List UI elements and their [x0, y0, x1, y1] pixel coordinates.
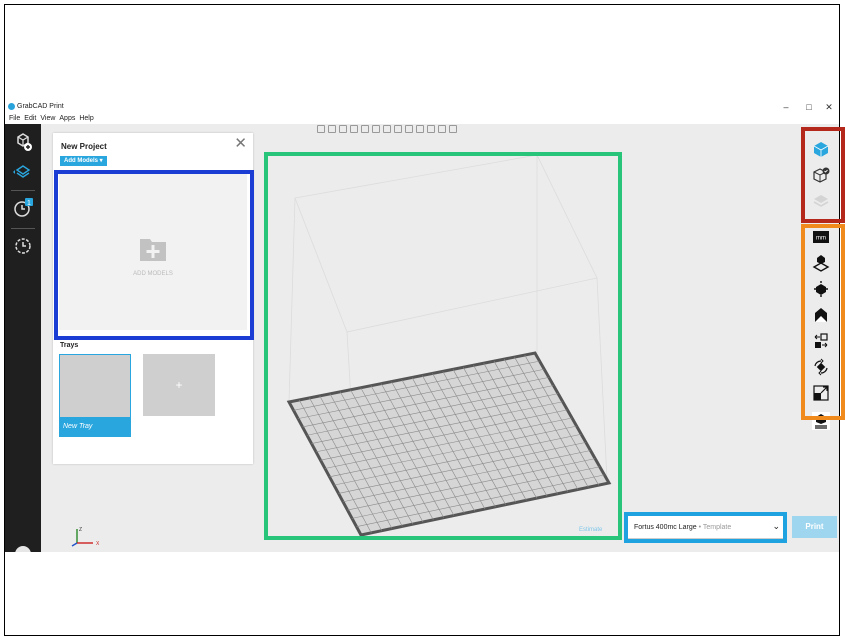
orient-to-plate-icon[interactable] [808, 250, 834, 276]
nav-divider [11, 190, 35, 191]
menu-bar: File Edit View Apps Help [5, 114, 839, 124]
view-iso-icon[interactable] [383, 125, 391, 133]
tray-new-tray[interactable]: New Tray [59, 354, 131, 437]
zoom-in-icon[interactable] [427, 125, 435, 133]
view-top-icon[interactable] [361, 125, 369, 133]
title-bar: GrabCAD Print – □ ✕ [5, 100, 839, 114]
app-title: GrabCAD Print [17, 103, 64, 110]
close-window-button[interactable]: ✕ [820, 101, 838, 113]
print-button[interactable]: Print [792, 516, 837, 538]
add-models-dropzone[interactable]: ADD MODELS [59, 173, 247, 330]
tray-name: New Tray [60, 417, 130, 436]
slice-layers-icon[interactable] [808, 188, 834, 214]
grabcad-app-window: GrabCAD Print – □ ✕ File Edit View Apps Help [5, 100, 839, 552]
user-avatar[interactable] [11, 542, 35, 552]
zoom-icon[interactable] [416, 125, 424, 133]
model-view-icon[interactable] [808, 136, 834, 162]
print-settings-icon[interactable] [808, 408, 834, 434]
view-bottom-icon[interactable] [372, 125, 380, 133]
units-label: mm [816, 236, 826, 242]
axis-z-label: Z [79, 527, 82, 533]
minimize-button[interactable]: – [777, 101, 795, 113]
maximize-button[interactable]: □ [800, 101, 818, 113]
view-fit-icon[interactable] [394, 125, 402, 133]
left-nav-bar: 1 [5, 124, 41, 552]
units-mm-icon[interactable]: mm [808, 224, 834, 250]
queue-icon[interactable]: 1 [11, 196, 35, 220]
printer-name: Fortus 400mc Large [634, 524, 697, 531]
view-front-icon[interactable] [317, 125, 325, 133]
history-icon[interactable] [11, 234, 35, 258]
menu-edit[interactable]: Edit [24, 114, 36, 124]
move-icon[interactable] [808, 328, 834, 354]
view-toolbar [317, 125, 457, 133]
menu-apps[interactable]: Apps [59, 114, 75, 124]
add-tray-button[interactable]: + [143, 354, 215, 416]
view-left-icon[interactable] [339, 125, 347, 133]
axis-x-label: X [96, 541, 100, 547]
project-panel: New Project ✕ Add Models ▾ ADD MODELS Tr… [53, 133, 253, 464]
add-project-icon[interactable] [11, 130, 35, 154]
scale-icon[interactable] [808, 380, 834, 406]
check-model-icon[interactable] [808, 162, 834, 188]
view-home-icon[interactable] [405, 125, 413, 133]
printer-select[interactable]: Fortus 400mc Large • Template ⌄ [627, 515, 787, 539]
queue-badge: 1 [27, 200, 31, 207]
projects-icon[interactable] [11, 160, 35, 184]
measure-icon[interactable] [449, 125, 457, 133]
add-models-label: ADD MODELS [133, 271, 173, 277]
close-panel-icon[interactable]: ✕ [234, 134, 247, 152]
menu-view[interactable]: View [40, 114, 55, 124]
view-back-icon[interactable] [328, 125, 336, 133]
place-on-face-icon[interactable] [808, 302, 834, 328]
add-folder-icon [140, 239, 166, 261]
view-right-icon[interactable] [350, 125, 358, 133]
trays-heading: Trays [60, 342, 79, 349]
tray-thumbnail [60, 355, 130, 417]
menu-help[interactable]: Help [79, 114, 93, 124]
nav-divider [11, 228, 35, 229]
project-title: New Project [61, 142, 107, 151]
printer-template: • Template [696, 524, 732, 531]
app-logo-icon [8, 103, 15, 110]
axis-indicator-icon: Z X [71, 527, 100, 547]
build-tray-viewport[interactable] [267, 150, 627, 540]
add-models-button[interactable]: Add Models ▾ [60, 156, 107, 166]
zoom-out-icon[interactable] [438, 125, 446, 133]
rotate-icon[interactable] [808, 354, 834, 380]
menu-file[interactable]: File [9, 114, 20, 124]
auto-orient-icon[interactable] [808, 276, 834, 302]
chevron-down-icon: ⌄ [772, 521, 780, 531]
estimate-link[interactable]: Estimate [579, 527, 602, 533]
